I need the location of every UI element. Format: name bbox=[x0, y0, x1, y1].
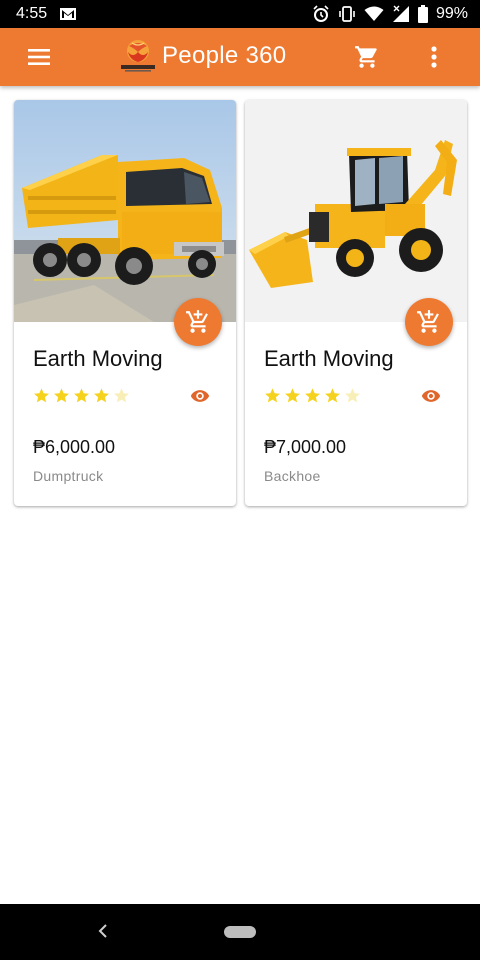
vibrate-icon bbox=[338, 5, 356, 23]
product-subtitle: Backhoe bbox=[264, 468, 321, 484]
add-shopping-cart-icon bbox=[186, 310, 208, 333]
wifi-icon bbox=[364, 6, 384, 22]
product-title: Earth Moving bbox=[264, 346, 394, 371]
app-bar: People 360 bbox=[0, 28, 480, 86]
product-subtitle: Dumptruck bbox=[33, 468, 104, 484]
star-icon bbox=[305, 388, 320, 403]
menu-icon[interactable] bbox=[26, 45, 52, 69]
star-empty-icon bbox=[345, 388, 360, 403]
gmail-icon bbox=[59, 7, 77, 21]
brand: People 360 bbox=[120, 38, 286, 74]
star-rating bbox=[33, 387, 130, 404]
dump-truck-image[interactable] bbox=[14, 100, 236, 322]
product-grid: Earth Moving ₱6,000.00 Dumptruck Earth M… bbox=[14, 100, 468, 506]
eye-icon[interactable] bbox=[421, 388, 441, 404]
star-icon bbox=[285, 388, 300, 403]
star-icon bbox=[94, 388, 109, 403]
status-icons: 99% bbox=[312, 5, 468, 23]
status-bar: 4:55 99% bbox=[0, 0, 480, 28]
star-rating bbox=[264, 387, 361, 404]
shopping-cart-icon[interactable] bbox=[354, 44, 380, 70]
add-to-cart-button[interactable] bbox=[405, 298, 453, 346]
product-title: Earth Moving bbox=[33, 346, 163, 371]
product-price: ₱6,000.00 bbox=[33, 437, 116, 457]
signal-icon bbox=[392, 5, 410, 23]
star-empty-icon bbox=[114, 388, 129, 403]
alarm-icon bbox=[312, 5, 330, 23]
add-to-cart-button[interactable] bbox=[174, 298, 222, 346]
star-icon bbox=[54, 388, 69, 403]
star-icon bbox=[265, 388, 280, 403]
app-title: People 360 bbox=[162, 42, 287, 69]
battery-icon bbox=[417, 5, 428, 23]
star-icon bbox=[74, 388, 89, 403]
people360-logo bbox=[120, 38, 156, 74]
product-card[interactable]: Earth Moving ₱6,000.00 Dumptruck bbox=[14, 100, 236, 506]
add-shopping-cart-icon bbox=[417, 310, 439, 333]
home-pill-button[interactable] bbox=[224, 926, 256, 938]
backhoe-loader-image[interactable] bbox=[245, 100, 467, 322]
star-icon bbox=[34, 388, 49, 403]
more-vert-icon[interactable] bbox=[424, 44, 444, 70]
status-time: 4:55 bbox=[16, 5, 48, 22]
product-price: ₱7,000.00 bbox=[264, 437, 347, 457]
battery-percent: 99% bbox=[435, 5, 468, 22]
star-icon bbox=[325, 388, 340, 403]
eye-icon[interactable] bbox=[190, 388, 210, 404]
back-icon[interactable] bbox=[96, 919, 110, 943]
product-card[interactable]: Earth Moving ₱7,000.00 Backhoe bbox=[245, 100, 467, 506]
